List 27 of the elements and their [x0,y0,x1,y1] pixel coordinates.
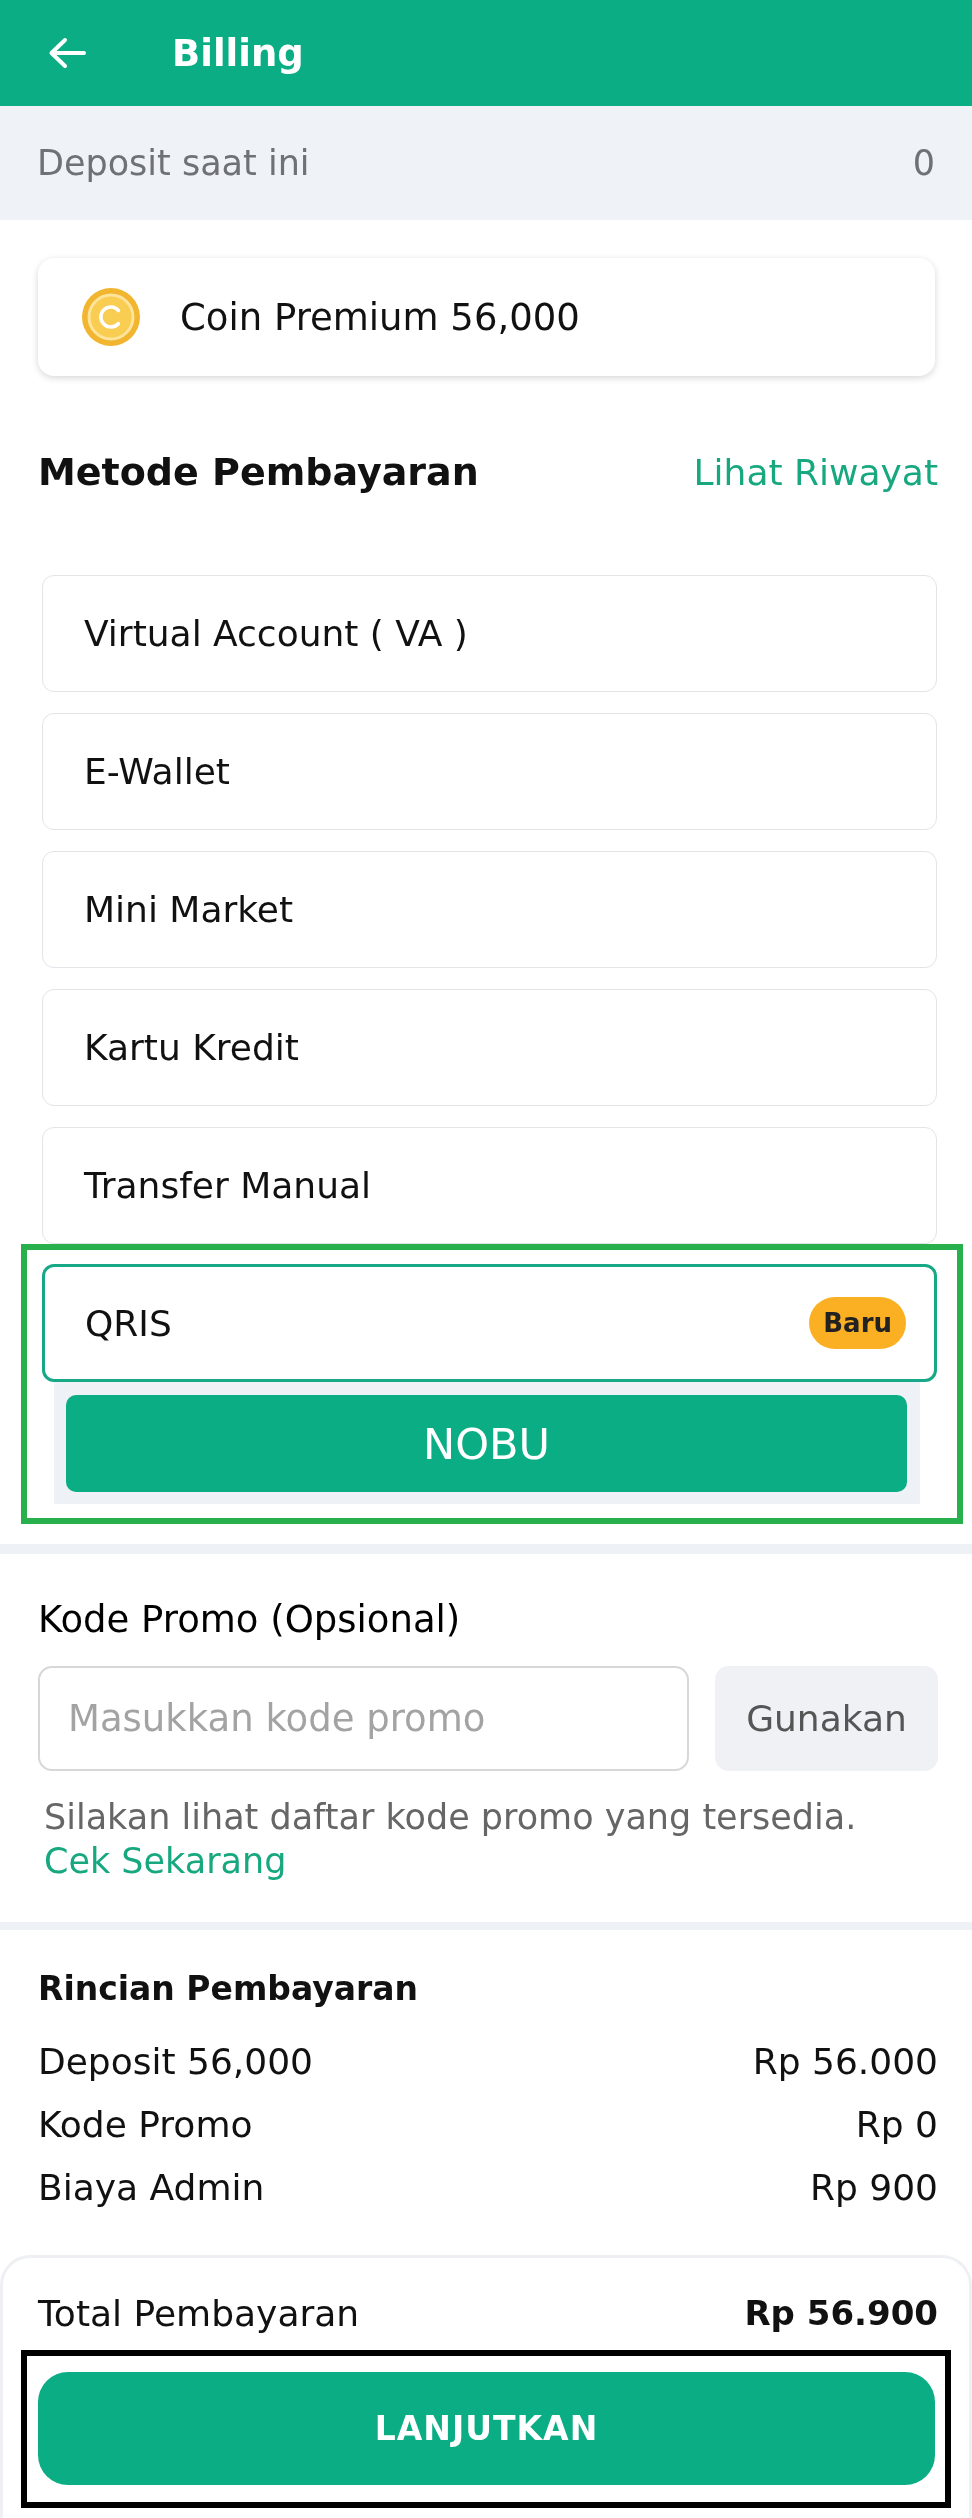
payment-method-option[interactable]: E-Wallet [42,713,937,830]
deposit-label: Deposit saat ini [37,143,310,183]
page-title: Billing [172,31,304,75]
payment-method-option[interactable]: Virtual Account ( VA ) [42,575,937,692]
coin-icon [82,288,140,346]
new-badge: Baru [809,1297,906,1349]
breakdown-value: Rp 900 [809,2167,938,2208]
deposit-value: 0 [912,143,935,183]
promo-hint-text: Silakan lihat daftar kode promo yang tersedia. [44,1796,858,1839]
breakdown-title: Rincian Pembayaran [38,1969,419,2009]
payment-method-option[interactable]: Kartu Kredit [42,989,937,1106]
apply-button[interactable]: Gunakan [715,1666,938,1771]
breakdown-value: Rp 0 [855,2104,938,2145]
total-label: Total Pembayaran [38,2292,360,2334]
total-value: Rp 56.900 [744,2293,938,2333]
breakdown-label: Deposit 56,000 [38,2041,314,2082]
breakdown-label: Biaya Admin [38,2167,265,2208]
payment-method-option[interactable]: Mini Market [42,851,937,968]
promo-title: Kode Promo (Opsional) [38,1601,462,1639]
breakdown-value: Rp 56.000 [752,2041,938,2082]
back-arrow-icon[interactable] [48,37,86,69]
section-title: Metode Pembayaran [38,450,479,494]
breakdown-label: Kode Promo [38,2104,253,2145]
payment-method-option[interactable]: QRIS Baru [42,1264,937,1382]
payment-method-option[interactable]: Transfer Manual [42,1127,937,1244]
promo-code-field[interactable]: Masukkan kode promo [38,1666,689,1771]
product-name: Coin Premium 56,000 [180,295,580,339]
